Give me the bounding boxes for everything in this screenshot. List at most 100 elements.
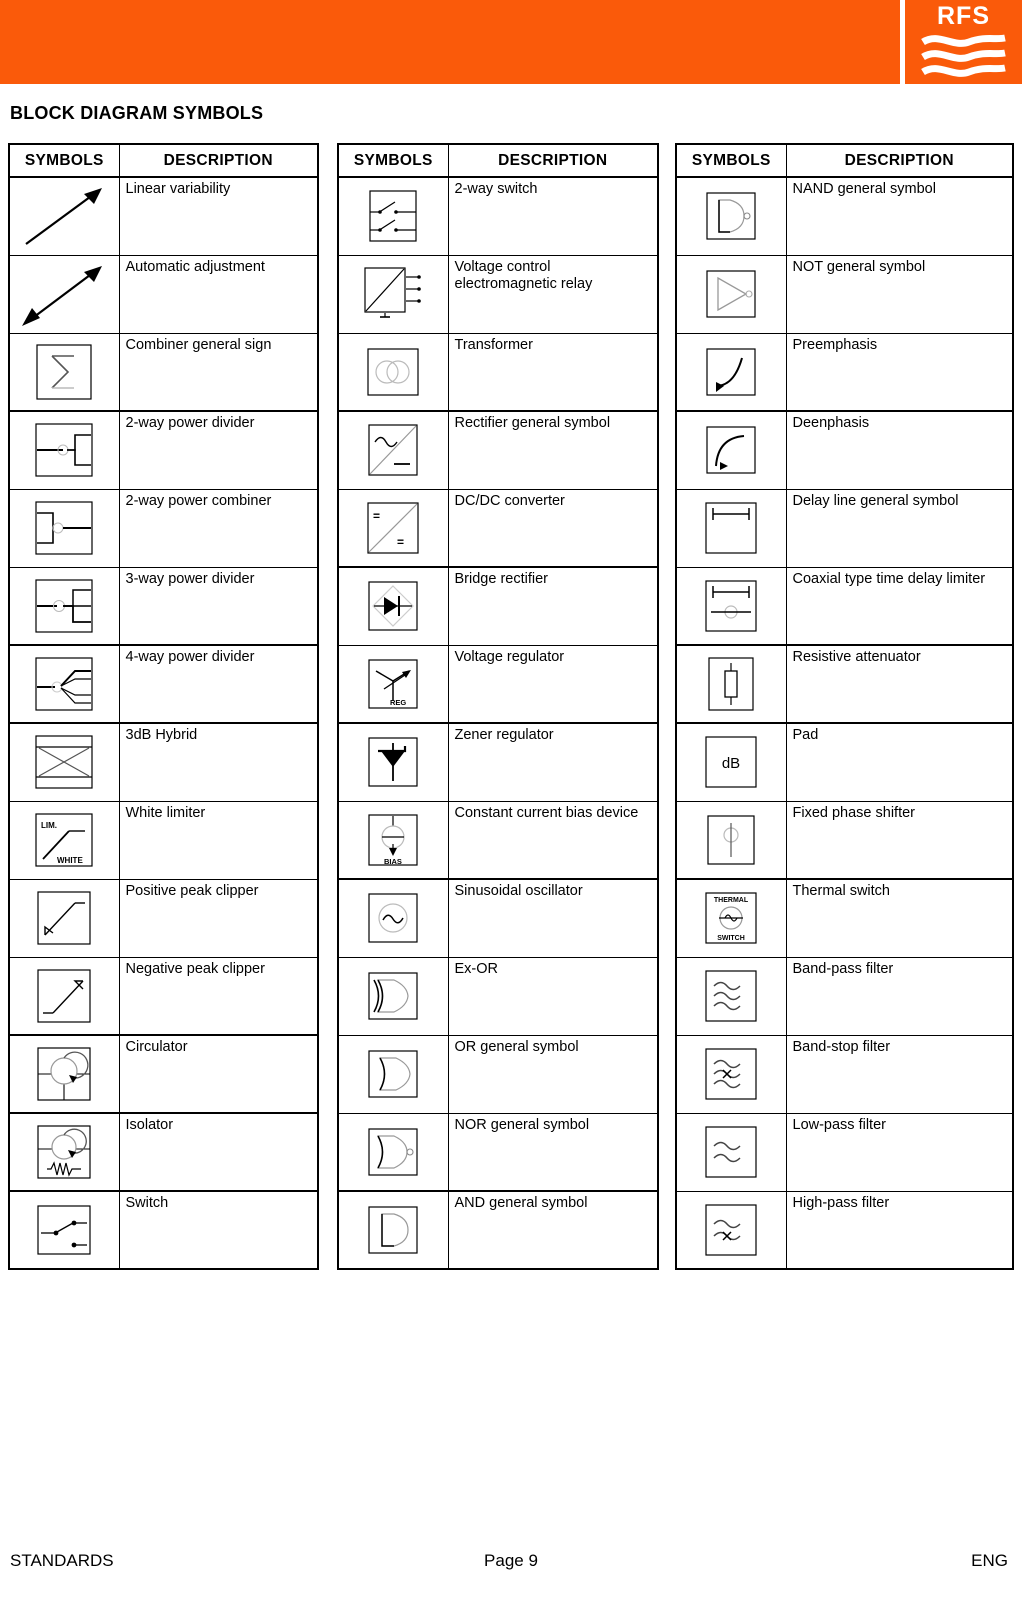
table-row: OR general symbol (337, 1034, 659, 1114)
symbol-description: Deenphasis (785, 410, 1014, 490)
symbol-description: Pad (785, 722, 1014, 802)
constant-current-bias-device-icon: BIAS (337, 800, 449, 880)
table-row: BIAS Constant current bias device (337, 800, 659, 880)
table-row: 3-way power divider (8, 566, 319, 646)
table-row: Automatic adjustment (8, 254, 319, 334)
symbol-description: Linear variability (118, 176, 319, 256)
page-footer: STANDARDS Page 9 ENG (0, 1551, 1022, 1581)
header-description: DESCRIPTION (785, 143, 1014, 178)
symbol-description: 3-way power divider (118, 566, 319, 646)
table-row: Resistive attenuator (675, 644, 1014, 724)
symbol-description: 2-way power divider (118, 410, 319, 490)
table-row: REG Voltage regulator (337, 644, 659, 724)
table-row: Positive peak clipper (8, 878, 319, 958)
symbol-description: White limiter (118, 800, 319, 880)
table-row: Linear variability (8, 176, 319, 256)
symbol-description: Preemphasis (785, 332, 1014, 412)
linear-variability-icon (8, 176, 120, 256)
svg-text:=: = (397, 535, 404, 549)
isolator-icon (8, 1112, 120, 1192)
table-header-row: SYMBOLS DESCRIPTION (337, 143, 659, 178)
white-limiter-icon: LIM. WHITE (8, 800, 120, 880)
symbol-description: Bridge rectifier (447, 566, 659, 646)
3db-hybrid-icon (8, 722, 120, 802)
page-title: BLOCK DIAGRAM SYMBOLS (10, 103, 264, 123)
svg-text:SWITCH: SWITCH (717, 935, 745, 942)
resistive-attenuator-icon (675, 644, 787, 724)
nand-general-symbol-icon (675, 176, 787, 256)
table-row: THERMAL SWITCH Thermal switch (675, 878, 1014, 958)
4-way-power-divider-icon (8, 644, 120, 724)
2-way-power-combiner-icon (8, 488, 120, 568)
rfs-logo-text: RFS (937, 2, 990, 30)
3-way-power-divider-icon (8, 566, 120, 646)
header-orange-band (0, 0, 900, 84)
symbol-description: Circulator (118, 1034, 319, 1114)
header-symbols: SYMBOLS (337, 143, 449, 178)
voltage-regulator-icon: REG (337, 644, 449, 724)
2-way-switch-icon (337, 176, 449, 256)
table-row: Negative peak clipper (8, 956, 319, 1036)
circulator-icon (8, 1034, 120, 1114)
symbol-description: Zener regulator (447, 722, 659, 802)
table-body: Linear variability Automatic adjustment Co… (8, 176, 319, 1270)
table-row: Transformer (337, 332, 659, 412)
table-row: Preemphasis (675, 332, 1014, 412)
symbol-description: Low-pass filter (785, 1112, 1014, 1192)
table-row: Circulator (8, 1034, 319, 1114)
symbol-description: OR general symbol (447, 1034, 659, 1114)
table-row: 4-way power divider (8, 644, 319, 724)
symbol-description: Fixed phase shifter (785, 800, 1014, 880)
table-row: NAND general symbol (675, 176, 1014, 256)
table-row: Isolator (8, 1112, 319, 1192)
table-row: Coaxial type time delay limiter (675, 566, 1014, 646)
bridge-rectifier-icon (337, 566, 449, 646)
symbols-table-column-2: SYMBOLS DESCRIPTION 2-way switch Voltage … (337, 143, 659, 1270)
table-row: Bridge rectifier (337, 566, 659, 646)
coaxial-type-time-delay-limiter-icon (675, 566, 787, 646)
symbol-description: Automatic adjustment (118, 254, 319, 334)
table-row: Fixed phase shifter (675, 800, 1014, 880)
or-general-symbol-icon (337, 1034, 449, 1114)
negative-peak-clipper-icon (8, 956, 120, 1036)
svg-text:=: = (373, 509, 380, 523)
svg-text:WHITE: WHITE (57, 856, 83, 865)
band-pass-filter-icon (675, 956, 787, 1036)
table-row: Band-pass filter (675, 956, 1014, 1036)
symbol-description: 3dB Hybrid (118, 722, 319, 802)
and-general-symbol-icon (337, 1190, 449, 1270)
deenphasis-icon (675, 410, 787, 490)
ex-or-gate-icon (337, 956, 449, 1036)
2-way-power-divider-icon (8, 410, 120, 490)
table-row: Combiner general sign (8, 332, 319, 412)
table-body: NAND general symbol NOT general symbol Pre… (675, 176, 1014, 1270)
positive-peak-clipper-icon (8, 878, 120, 958)
footer-right: ENG (971, 1551, 1008, 1570)
symbol-description: Constant current bias device (447, 800, 659, 880)
table-row: LIM. WHITE White limiter (8, 800, 319, 880)
svg-text:REG: REG (390, 698, 406, 707)
symbol-description: Band-pass filter (785, 956, 1014, 1036)
voltage-control-electromagnetic-relay-icon (337, 254, 449, 334)
table-row: Low-pass filter (675, 1112, 1014, 1192)
automatic-adjustment-icon (8, 254, 120, 334)
header-symbols: SYMBOLS (675, 143, 787, 178)
symbol-description: Combiner general sign (118, 332, 319, 412)
not-general-symbol-icon (675, 254, 787, 334)
table-row: High-pass filter (675, 1190, 1014, 1270)
symbol-description: Sinusoidal oscillator (447, 878, 659, 958)
delay-line-general-symbol-icon (675, 488, 787, 568)
table-body: 2-way switch Voltage control electromagne… (337, 176, 659, 1270)
footer-center: Page 9 (484, 1551, 538, 1570)
table-row: 2-way switch (337, 176, 659, 256)
symbol-description: Rectifier general symbol (447, 410, 659, 490)
table-row: 2-way power divider (8, 410, 319, 490)
nor-general-symbol-icon (337, 1112, 449, 1192)
table-row: NOR general symbol (337, 1112, 659, 1192)
symbol-description: Switch (118, 1190, 319, 1270)
dc-dc-converter-icon: = = (337, 488, 449, 568)
svg-text:dB: dB (722, 755, 740, 772)
symbol-description: Band-stop filter (785, 1034, 1014, 1114)
zener-regulator-icon (337, 722, 449, 802)
thermal-switch-icon: THERMAL SWITCH (675, 878, 787, 958)
